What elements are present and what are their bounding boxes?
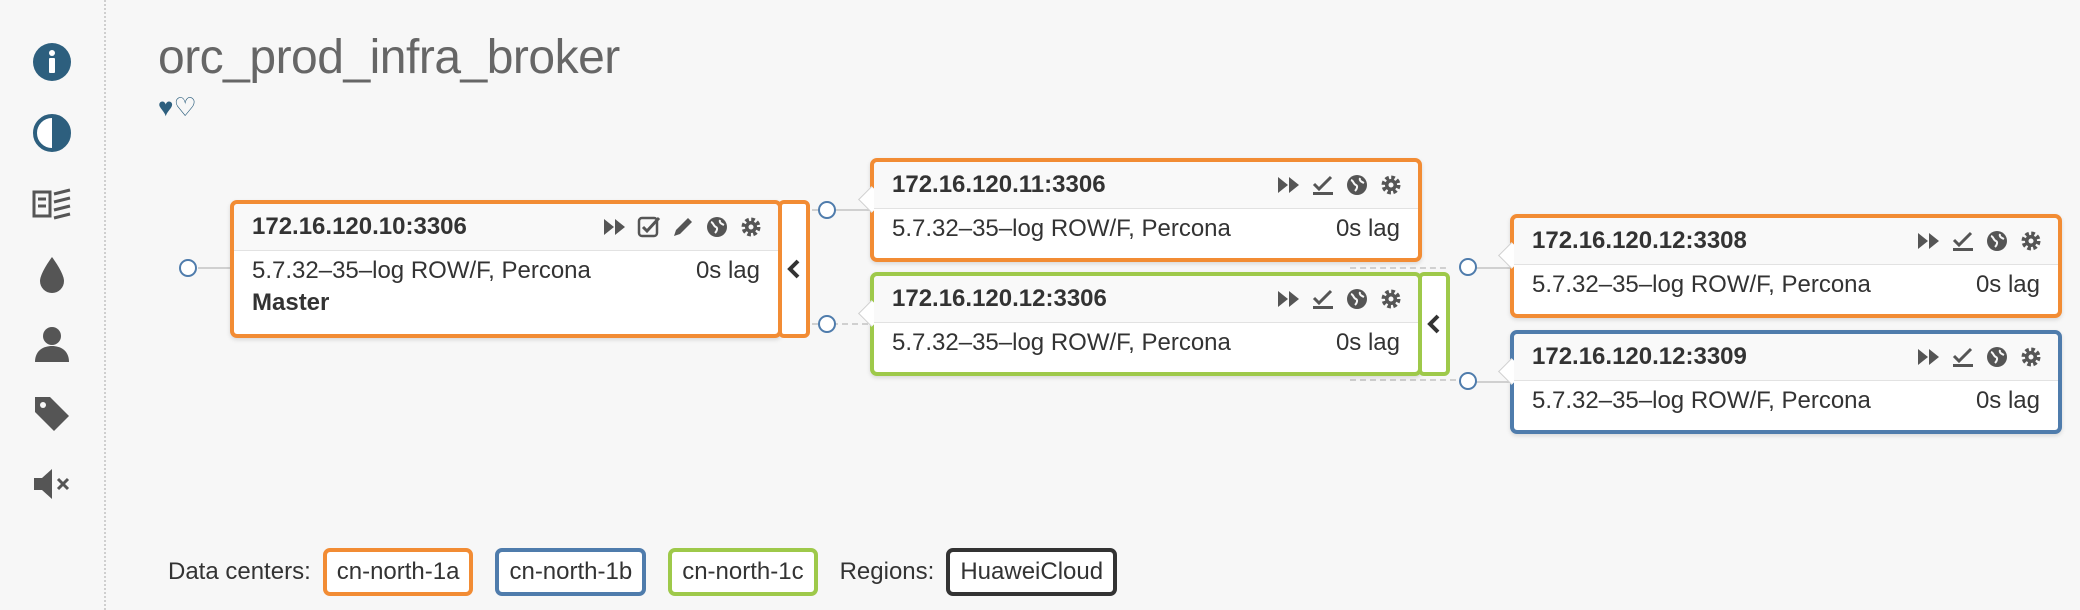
check-underline-icon[interactable] bbox=[1950, 228, 1976, 254]
gear-icon[interactable] bbox=[1378, 286, 1404, 312]
check-underline-icon[interactable] bbox=[1950, 344, 1976, 370]
collapse-replica-button[interactable] bbox=[1418, 272, 1450, 376]
replica4-drop-handle[interactable] bbox=[1459, 372, 1477, 390]
instance-host: 172.16.120.12:3309 bbox=[1532, 343, 1747, 370]
gear-icon[interactable] bbox=[2018, 228, 2044, 254]
instance-version: 5.7.32–35–log ROW/F, Percona bbox=[1532, 271, 1871, 298]
instance-lag: 0s lag bbox=[1975, 387, 2040, 414]
instance-version: 5.7.32–35–log ROW/F, Percona bbox=[252, 257, 591, 284]
gear-icon[interactable] bbox=[738, 214, 764, 240]
fast-forward-icon[interactable] bbox=[1276, 286, 1302, 312]
fast-forward-icon[interactable] bbox=[1916, 344, 1942, 370]
check-underline-icon[interactable] bbox=[1310, 286, 1336, 312]
instance-lag: 0s lag bbox=[1975, 271, 2040, 298]
region-tag[interactable]: HuaweiCloud bbox=[946, 548, 1118, 596]
check-underline-icon[interactable] bbox=[1310, 172, 1336, 198]
datacenter-tag[interactable]: cn-north-1a bbox=[322, 548, 474, 596]
replica-instance[interactable]: 172.16.120.11:3306 5.7.32–35–log ROW/F, … bbox=[858, 158, 1422, 262]
fast-forward-icon[interactable] bbox=[602, 214, 628, 240]
instance-host: 172.16.120.11:3306 bbox=[892, 171, 1106, 198]
regions-label: Regions: bbox=[839, 558, 935, 585]
replica3-drop-handle[interactable] bbox=[1459, 258, 1477, 276]
master-instance[interactable]: 172.16.120.10:3306 5.7.32–35–log ROW/F, … bbox=[230, 200, 782, 338]
globe-icon[interactable] bbox=[1984, 344, 2010, 370]
datacenter-tag[interactable]: cn-north-1b bbox=[495, 548, 647, 596]
fast-forward-icon[interactable] bbox=[1276, 172, 1302, 198]
instance-lag: 0s lag bbox=[1335, 329, 1400, 356]
replica-instance[interactable]: 172.16.120.12:3306 5.7.32–35–log ROW/F, … bbox=[858, 272, 1422, 376]
chevron-left-icon bbox=[787, 259, 800, 279]
replica-instance[interactable]: 172.16.120.12:3309 5.7.32–35–log ROW/F, … bbox=[1498, 330, 2062, 434]
globe-icon[interactable] bbox=[704, 214, 730, 240]
checkbox-check-icon[interactable] bbox=[636, 214, 662, 240]
instance-role: Master bbox=[252, 289, 330, 316]
instance-version: 5.7.32–35–log ROW/F, Percona bbox=[1532, 387, 1871, 414]
pencil-icon[interactable] bbox=[670, 214, 696, 240]
instance-lag: 0s lag bbox=[1335, 215, 1400, 242]
instance-host: 172.16.120.12:3306 bbox=[892, 285, 1107, 312]
instance-version: 5.7.32–35–log ROW/F, Percona bbox=[892, 329, 1231, 356]
master-drop-handle[interactable] bbox=[179, 259, 197, 277]
instance-version: 5.7.32–35–log ROW/F, Percona bbox=[892, 215, 1231, 242]
datacenters-label: Data centers: bbox=[168, 558, 311, 585]
replica-instance[interactable]: 172.16.120.12:3308 5.7.32–35–log ROW/F, … bbox=[1498, 214, 2062, 318]
gear-icon[interactable] bbox=[1378, 172, 1404, 198]
fast-forward-icon[interactable] bbox=[1916, 228, 1942, 254]
instance-host: 172.16.120.12:3308 bbox=[1532, 227, 1747, 254]
collapse-master-button[interactable] bbox=[778, 200, 810, 338]
replica1-drop-handle[interactable] bbox=[818, 201, 836, 219]
globe-icon[interactable] bbox=[1984, 228, 2010, 254]
globe-icon[interactable] bbox=[1344, 286, 1370, 312]
datacenter-tag[interactable]: cn-north-1c bbox=[668, 548, 818, 596]
globe-icon[interactable] bbox=[1344, 172, 1370, 198]
gear-icon[interactable] bbox=[2018, 344, 2044, 370]
legend: Data centers: cn-north-1a cn-north-1b cn… bbox=[168, 548, 1139, 596]
instance-host: 172.16.120.10:3306 bbox=[252, 213, 467, 240]
replica2-drop-handle[interactable] bbox=[818, 315, 836, 333]
chevron-left-icon bbox=[1427, 314, 1440, 334]
instance-lag: 0s lag bbox=[695, 257, 760, 284]
